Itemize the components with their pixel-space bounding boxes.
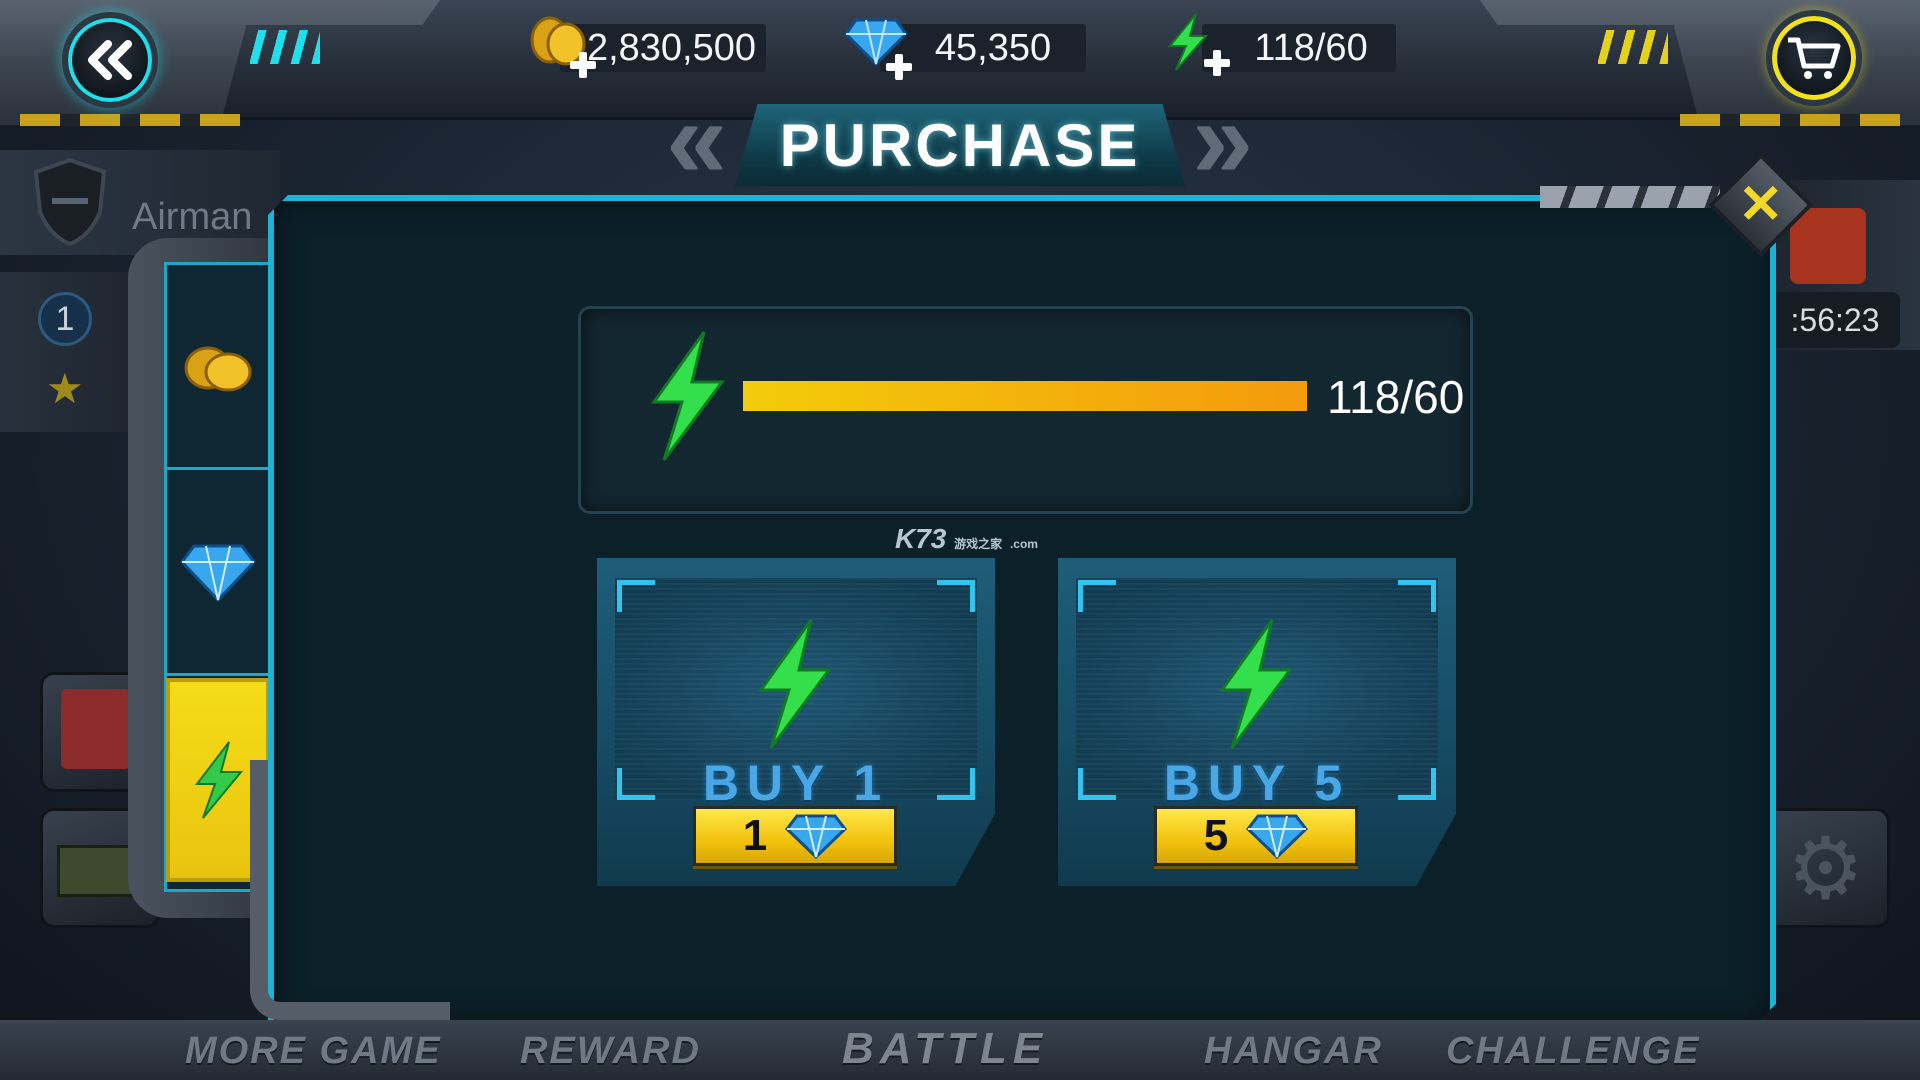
coins-icon (184, 346, 252, 391)
nav-reward[interactable]: REWARD (520, 1030, 701, 1074)
lightning-bolt-icon (194, 741, 244, 819)
energy-add-button[interactable] (1162, 12, 1232, 76)
close-icon: ✕ (1738, 175, 1784, 235)
buy-1-price-button[interactable]: 1 (693, 806, 897, 866)
plus-icon (570, 52, 596, 78)
dialog-title-plate: PURCHASE (735, 104, 1185, 186)
buy-1-label: BUY 1 (702, 755, 890, 811)
bracket-corner (937, 580, 975, 612)
ammo-crate-icon (57, 845, 137, 897)
back-button[interactable] (62, 12, 158, 108)
watermark-main: K73 (895, 523, 947, 554)
energy-readout: 118/60 (1327, 371, 1465, 423)
title-chevron-left-icon: « (666, 78, 728, 201)
dialog-corner-bracket (250, 760, 450, 1020)
dialog-title: PURCHASE (779, 111, 1141, 179)
buy-5-price: 5 (1203, 811, 1229, 860)
nav-battle[interactable]: BATTLE (842, 1024, 1048, 1073)
shop-button[interactable] (1766, 10, 1862, 106)
bracket-corner (617, 580, 655, 612)
nav-more-game[interactable]: MORE GAME (185, 1030, 442, 1074)
coins-add-button[interactable] (528, 14, 598, 78)
energy-bar-fill (743, 381, 1307, 411)
diamond-icon (785, 814, 848, 859)
nav-hangar[interactable]: HANGAR (1204, 1030, 1383, 1074)
diamond-icon (1246, 814, 1309, 859)
double-chevron-left-icon (88, 40, 132, 80)
hud-cyan-stripes (250, 30, 320, 64)
player-name: Airman (132, 196, 253, 238)
lightning-bolt-icon (1219, 619, 1293, 749)
diamond-icon (180, 544, 256, 602)
title-chevron-right-icon: » (1192, 78, 1254, 201)
rank-shield-icon (33, 157, 107, 247)
coins-value: 2,830,500 (586, 26, 756, 69)
tab-coins[interactable] (166, 264, 270, 470)
nav-challenge[interactable]: CHALLENGE (1446, 1030, 1700, 1074)
gems-value: 45,350 (934, 26, 1052, 69)
gear-icon: ⚙ (1787, 821, 1865, 917)
buy-5-label: BUY 5 (1163, 755, 1351, 811)
hud-yellow-stripes (1598, 30, 1668, 64)
hazard-stripe-left (20, 114, 240, 126)
buy-5-price-button[interactable]: 5 (1154, 806, 1358, 866)
lightning-bolt-icon (651, 331, 725, 461)
watermark: K73 游戏之家 .com (895, 523, 1038, 555)
hazard-stripe-right (1680, 114, 1900, 126)
shopping-cart-icon (1788, 37, 1841, 79)
plus-icon (886, 54, 912, 80)
gift-timer: :56:23 (1770, 292, 1900, 348)
watermark-domain: .com (1009, 537, 1038, 551)
star-icon: ★ (46, 365, 84, 412)
buy-1-price: 1 (742, 811, 768, 860)
gift-box-icon (1790, 208, 1866, 284)
rank-badge: 1 (38, 292, 92, 346)
plus-icon (1204, 50, 1230, 76)
gems-add-button[interactable] (844, 16, 914, 80)
bracket-corner (1078, 580, 1116, 612)
calendar-icon (61, 689, 131, 769)
settings-tile[interactable]: ⚙ (1760, 808, 1890, 928)
watermark-sub: 游戏之家 (954, 537, 1003, 551)
energy-value: 118/60 (1254, 26, 1368, 69)
close-rail (1540, 186, 1720, 208)
lightning-bolt-icon (758, 619, 832, 749)
tab-gems[interactable] (166, 470, 270, 676)
bracket-corner (1398, 580, 1436, 612)
